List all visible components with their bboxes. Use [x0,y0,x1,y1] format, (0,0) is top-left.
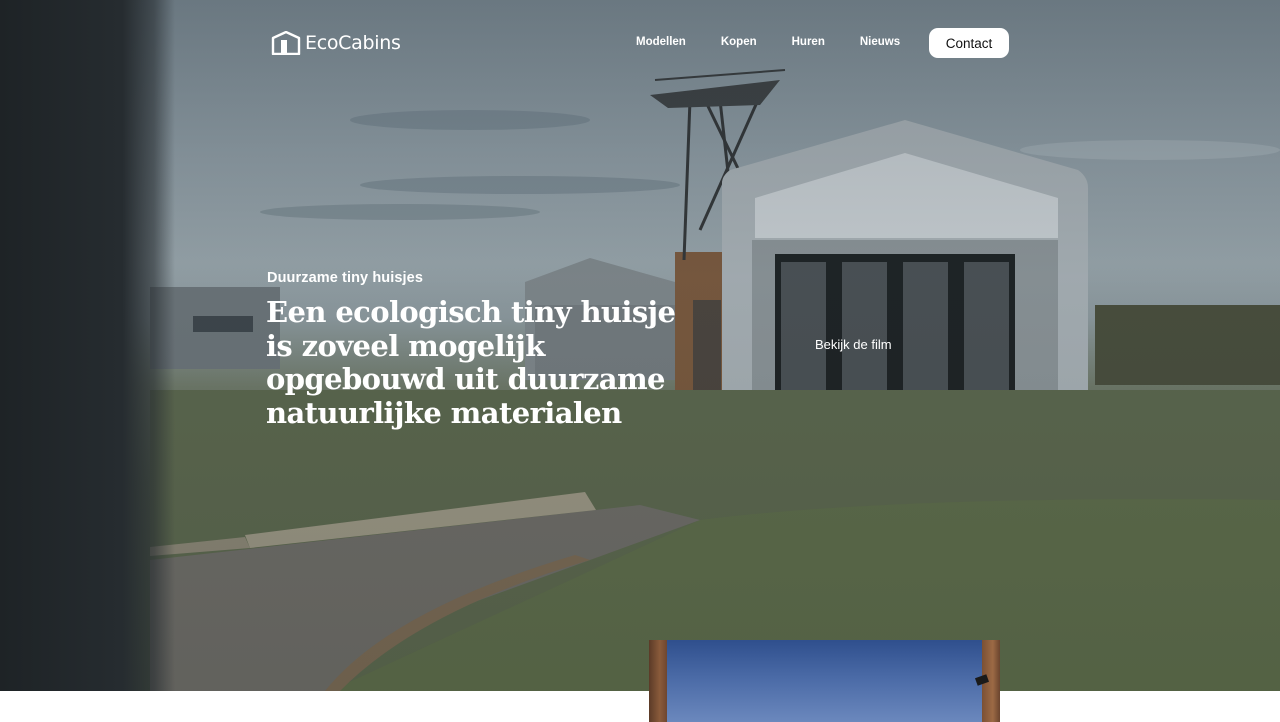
brand-name: EcoCabins [305,32,401,54]
contact-button[interactable]: Contact [929,28,1009,58]
nav-item-nieuws[interactable]: Nieuws [860,36,900,48]
featured-cabin-image [649,640,1000,722]
house-icon [271,31,301,55]
nav-item-kopen[interactable]: Kopen [721,36,757,48]
nav-item-huren[interactable]: Huren [792,36,825,48]
watch-film-link[interactable]: Bekijk de film [815,337,892,352]
hero-eyebrow: Duurzame tiny huisjes [267,270,423,286]
wood-post-left [649,640,667,722]
left-shadow [0,0,175,691]
hero-headline: Een ecologisch tiny huisje is zoveel mog… [266,295,676,430]
main-nav: Modellen Kopen Huren Nieuws [636,36,935,48]
brand-logo[interactable]: EcoCabins [271,31,401,55]
nav-item-modellen[interactable]: Modellen [636,36,686,48]
